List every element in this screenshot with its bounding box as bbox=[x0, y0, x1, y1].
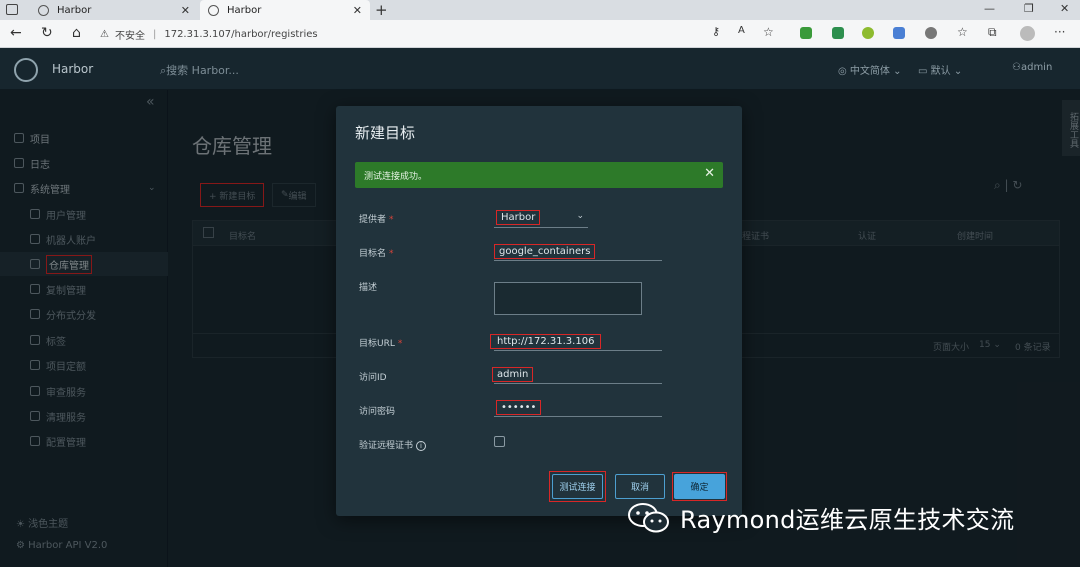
url-text: 172.31.3.107/harbor/registries bbox=[164, 28, 318, 40]
alert-text: 测试连接成功。 bbox=[364, 171, 428, 182]
close-window-icon[interactable]: ✕ bbox=[1060, 2, 1069, 15]
security-label: 不安全 bbox=[114, 30, 145, 42]
favorites-list-icon[interactable]: ☆ bbox=[957, 25, 968, 39]
verify-cert-label: 验证远程证书 i bbox=[359, 438, 427, 451]
user-menu[interactable]: ⚇admin bbox=[1012, 62, 1052, 73]
project-selector[interactable]: ▭ 默认 ⌄ bbox=[918, 62, 962, 77]
logo-text: Harbor bbox=[52, 62, 94, 76]
project-label: 默认 bbox=[930, 66, 951, 77]
access-id-value: admin bbox=[492, 367, 534, 382]
required-marker: * bbox=[397, 339, 403, 349]
browser-tab-1[interactable]: Harbor ✕ bbox=[30, 0, 198, 20]
required-marker: * bbox=[389, 215, 394, 225]
name-input[interactable]: google_containers bbox=[494, 241, 662, 261]
chevron-down-icon: ⌄ bbox=[889, 66, 902, 77]
browser-tab-bar: Harbor ✕ Harbor ✕ + — ❐ ✕ bbox=[0, 0, 1080, 20]
close-icon[interactable]: ✕ bbox=[353, 4, 362, 17]
access-secret-input[interactable]: •••••• bbox=[494, 397, 662, 417]
globe-icon: ◎ bbox=[838, 66, 850, 77]
description-textarea[interactable] bbox=[494, 282, 642, 315]
required-marker: * bbox=[389, 249, 394, 259]
extension-icon[interactable] bbox=[832, 27, 844, 39]
calendar-icon: ▭ bbox=[918, 66, 931, 77]
back-icon[interactable]: ← bbox=[10, 25, 22, 41]
harbor-logo-icon bbox=[14, 58, 38, 82]
cancel-button[interactable]: 取消 bbox=[615, 474, 665, 499]
browser-tab-title: Harbor bbox=[227, 4, 262, 16]
chevron-down-icon: ⌄ bbox=[576, 211, 584, 221]
reload-icon[interactable]: ↻ bbox=[41, 25, 53, 41]
language-label: 中文简体 bbox=[849, 66, 890, 77]
access-id-input[interactable]: admin bbox=[492, 364, 662, 384]
address-bar: ← ↻ ⌂ ⚠ 不安全 | 172.31.3.107/harbor/regist… bbox=[0, 20, 1080, 48]
home-icon[interactable]: ⌂ bbox=[72, 25, 81, 41]
key-icon[interactable]: ⚷ bbox=[712, 25, 720, 38]
chevron-down-icon: ⌄ bbox=[950, 66, 963, 77]
url-field[interactable]: ⚠ 不安全 | 172.31.3.107/harbor/registries bbox=[100, 24, 790, 44]
dialog-title: 新建目标 bbox=[355, 124, 416, 142]
globe-icon bbox=[208, 4, 219, 16]
restore-icon[interactable]: ❐ bbox=[1024, 2, 1034, 15]
url-label-text: 目标URL bbox=[359, 339, 395, 349]
minimize-icon[interactable]: — bbox=[984, 2, 995, 15]
language-selector[interactable]: ◎ 中文简体 ⌄ bbox=[838, 62, 901, 77]
warning-icon: ⚠ bbox=[100, 28, 109, 40]
highlight-box bbox=[549, 471, 606, 502]
provider-label: 提供者 * bbox=[359, 212, 394, 225]
read-aloud-icon[interactable]: A bbox=[738, 25, 745, 36]
extension-icon[interactable] bbox=[800, 27, 812, 39]
highlight-box bbox=[672, 472, 727, 501]
user-icon: ⚇ bbox=[1012, 62, 1021, 73]
extension-icon[interactable] bbox=[862, 27, 874, 39]
browser-tab-2[interactable]: Harbor ✕ bbox=[200, 0, 370, 20]
access-secret-value: •••••• bbox=[496, 400, 542, 415]
url-input[interactable]: http://172.31.3.106 bbox=[490, 331, 662, 351]
success-alert: 测试连接成功。 ✕ bbox=[355, 162, 723, 188]
access-id-label: 访问ID bbox=[359, 373, 387, 383]
app-header: Harbor ⌕搜索 Harbor... ◎ 中文简体 ⌄ ▭ 默认 ⌄ ⚇ad… bbox=[0, 48, 1080, 90]
watermark-text: Raymond运维云原生技术交流 bbox=[680, 506, 1015, 534]
verify-cert-checkbox[interactable] bbox=[494, 436, 505, 447]
favorite-icon[interactable]: ☆ bbox=[763, 25, 774, 39]
new-target-dialog: 新建目标 测试连接成功。 ✕ 提供者 * Harbor ⌄ 目标名 * google… bbox=[336, 106, 742, 516]
wechat-icon bbox=[628, 503, 669, 533]
browser-tab-title: Harbor bbox=[57, 4, 92, 16]
provider-label-text: 提供者 bbox=[359, 215, 387, 225]
provider-value: Harbor bbox=[496, 210, 541, 225]
close-icon[interactable]: ✕ bbox=[704, 166, 715, 181]
name-value: google_containers bbox=[494, 244, 596, 259]
name-label: 目标名 * bbox=[359, 246, 394, 259]
profile-avatar[interactable] bbox=[1020, 26, 1035, 41]
more-icon[interactable]: ··· bbox=[1054, 25, 1065, 39]
verify-cert-label-text: 验证远程证书 bbox=[359, 441, 414, 451]
translate-icon[interactable] bbox=[893, 27, 905, 39]
extensions-icon[interactable] bbox=[925, 27, 937, 39]
access-secret-label: 访问密码 bbox=[359, 407, 396, 417]
name-label-text: 目标名 bbox=[359, 249, 387, 259]
search-placeholder: 搜索 Harbor... bbox=[166, 64, 239, 77]
new-tab-icon[interactable]: + bbox=[375, 1, 388, 19]
close-icon[interactable]: ✕ bbox=[181, 4, 190, 17]
url-label: 目标URL * bbox=[359, 336, 402, 349]
window-menu-icon[interactable] bbox=[6, 4, 18, 15]
globe-icon bbox=[38, 4, 49, 16]
collections-icon[interactable]: ⧉ bbox=[988, 25, 997, 40]
url-value: http://172.31.3.106 bbox=[490, 334, 602, 349]
global-search-input[interactable]: ⌕搜索 Harbor... bbox=[160, 62, 239, 78]
provider-select[interactable]: Harbor ⌄ bbox=[494, 208, 588, 228]
url-separator: | bbox=[152, 28, 157, 40]
user-label: admin bbox=[1020, 62, 1053, 73]
info-icon[interactable]: i bbox=[416, 441, 427, 451]
description-label: 描述 bbox=[359, 283, 378, 293]
